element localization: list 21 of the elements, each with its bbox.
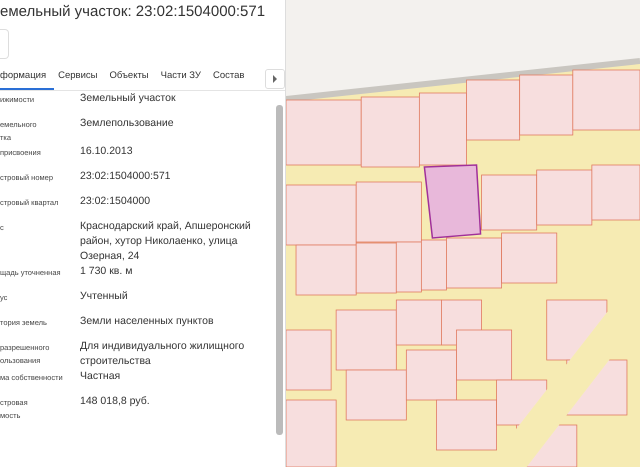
field-value: Земельный участок xyxy=(80,91,177,106)
tab[interactable]: Сервисы xyxy=(58,68,106,90)
selected-parcel[interactable] xyxy=(424,164,482,239)
field-value: Частная xyxy=(80,369,122,384)
field-value: Для индивидуального жилищного строительства xyxy=(80,339,246,369)
field-value: Земли населенных пунктов xyxy=(80,314,215,329)
field-value: Краснодарский край, Апшеронский район, хутор Николаенко, улица Озерная, 24 xyxy=(80,219,252,264)
tab[interactable]: Части ЗУ xyxy=(160,68,209,90)
tab[interactable]: формация xyxy=(0,68,54,90)
page-title: емельный участок: 23:02:1504000:571 xyxy=(0,2,266,22)
scroll-tabs-button[interactable] xyxy=(265,69,285,89)
field-value: 1 730 кв. м xyxy=(80,264,134,279)
field-value: 148 018,8 руб. xyxy=(80,394,151,409)
triangle-right-icon xyxy=(272,75,278,83)
field-value: 23:02:1504000 xyxy=(80,194,152,209)
tab[interactable]: Состав xyxy=(212,68,252,90)
field-value: Учтенный xyxy=(80,289,129,304)
field-value: Землепользование xyxy=(80,116,175,131)
tab[interactable]: Объекты xyxy=(109,68,157,90)
field-value: 23:02:1504000:571 xyxy=(80,169,172,184)
field-value: 16.10.2013 xyxy=(80,144,134,159)
